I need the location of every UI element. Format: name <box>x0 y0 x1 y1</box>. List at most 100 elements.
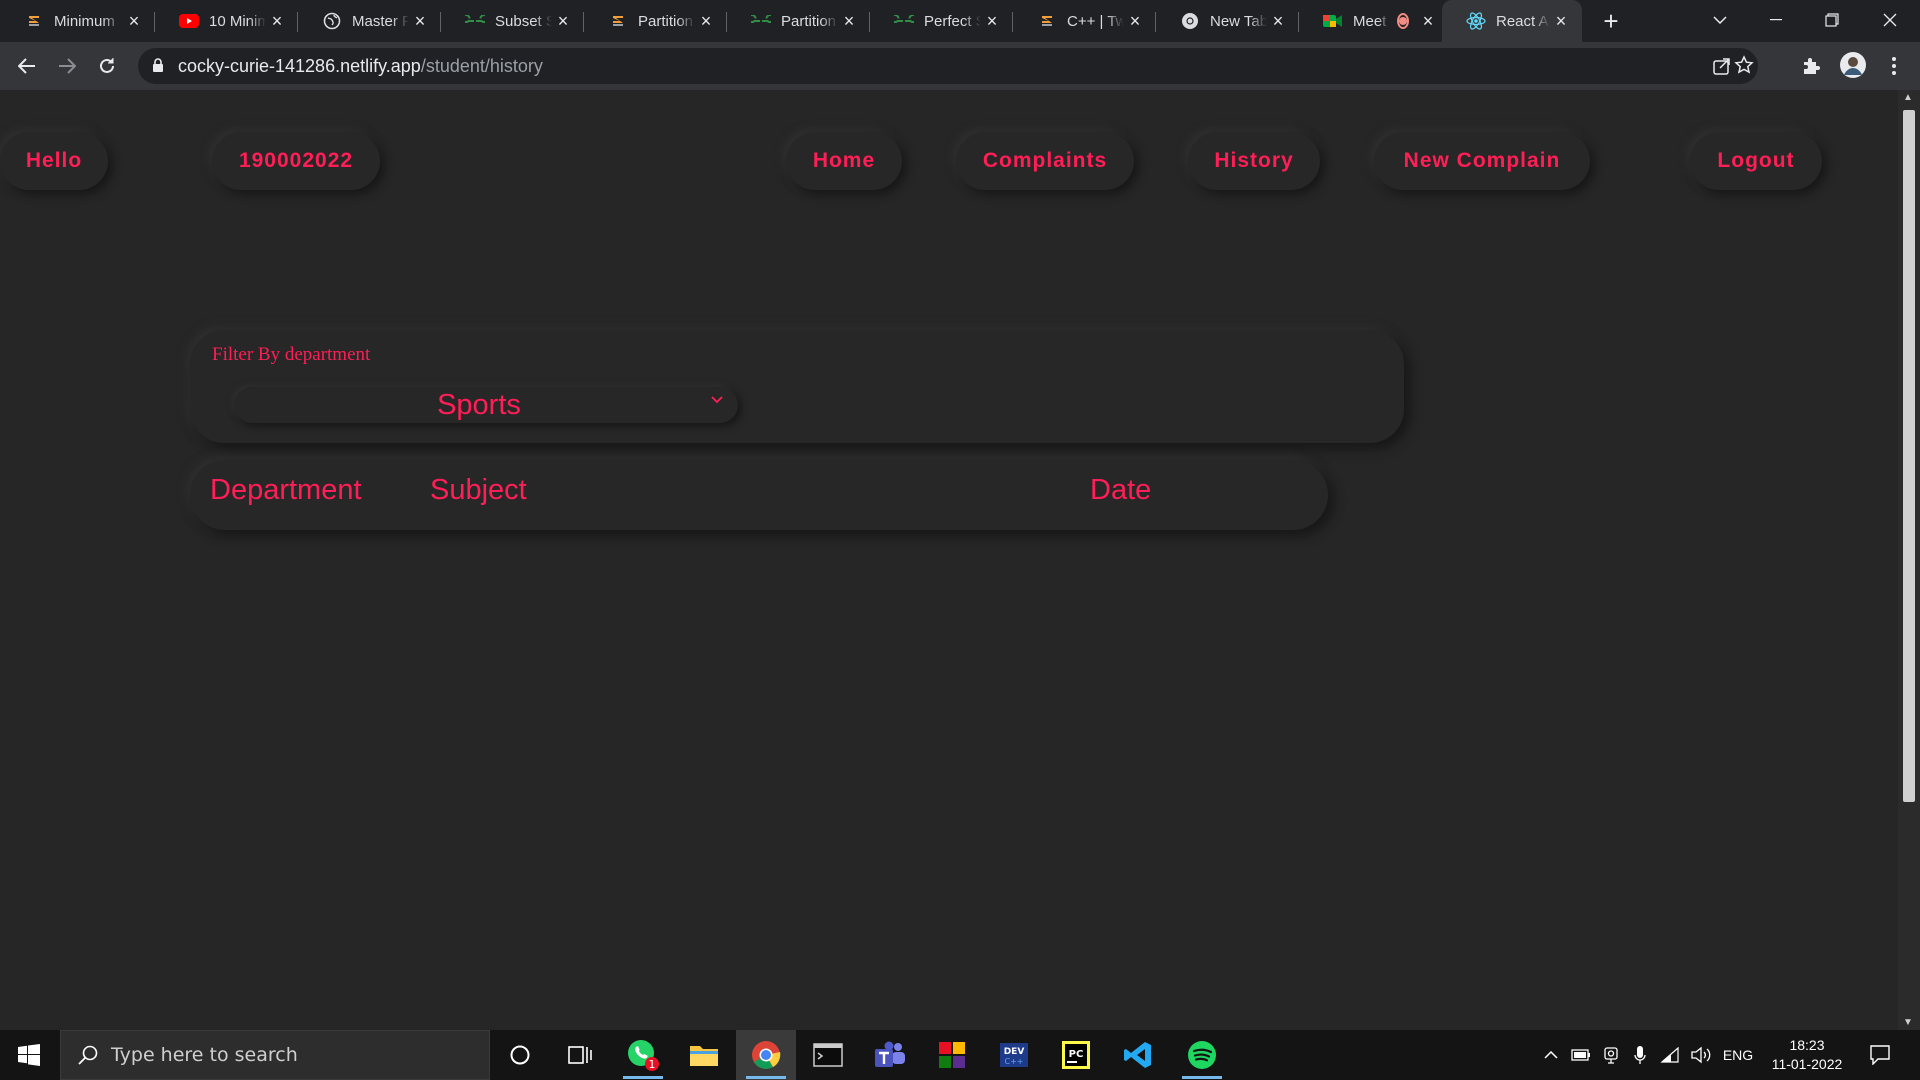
url-path: /student/history <box>420 56 543 76</box>
extensions-puzzle-icon[interactable] <box>1799 54 1823 78</box>
nav-home[interactable]: Home <box>786 132 902 190</box>
close-window-button[interactable] <box>1862 0 1918 40</box>
user-id-badge: 190002022 <box>212 132 380 190</box>
nav-history[interactable]: History <box>1188 132 1320 190</box>
reload-icon <box>100 58 114 73</box>
column-header-subject: Subject <box>430 474 527 506</box>
volume-control[interactable] <box>1688 1030 1716 1080</box>
taskbar-devcpp[interactable]: DEV C++ <box>984 1030 1044 1080</box>
svg-text:DEV: DEV <box>1004 1047 1025 1057</box>
tab-title: C++ | Tw <box>1067 12 1124 30</box>
scroll-up-arrow[interactable]: ▲ <box>1903 92 1913 103</box>
forward-button[interactable] <box>51 50 83 82</box>
profile-avatar[interactable] <box>1838 50 1868 80</box>
task-view-button[interactable] <box>550 1030 610 1080</box>
tab-master-page[interactable]: Master Pa × <box>298 0 441 42</box>
filter-label: Filter By department <box>212 344 371 365</box>
taskbar-office-app[interactable] <box>922 1030 982 1080</box>
url-text: cocky-curie-141286.netlify.app/student/h… <box>178 56 543 77</box>
scrollbar-thumb[interactable] <box>1903 110 1915 802</box>
minimize-button[interactable] <box>1748 0 1804 40</box>
department-select[interactable]: Sports <box>234 387 738 423</box>
tab-react-app[interactable]: React App × <box>1442 0 1582 42</box>
tab-cpp[interactable]: C++ | Tw × <box>1013 0 1156 42</box>
new-tab-button[interactable]: + <box>1596 6 1626 36</box>
close-icon[interactable]: × <box>981 10 1003 32</box>
taskbar-spotify[interactable] <box>1172 1030 1232 1080</box>
taskbar-search-box[interactable]: Type here to search <box>60 1030 490 1080</box>
close-icon[interactable]: × <box>1417 10 1439 32</box>
tab-search-button[interactable] <box>1692 0 1748 40</box>
column-header-date: Date <box>1090 474 1152 506</box>
camera-status[interactable] <box>1598 1030 1624 1080</box>
react-icon <box>1466 11 1486 31</box>
start-button[interactable] <box>0 1030 58 1080</box>
close-icon[interactable]: × <box>266 10 288 32</box>
chevron-up-icon <box>1544 1051 1558 1059</box>
close-icon[interactable]: × <box>695 10 717 32</box>
reload-button[interactable] <box>91 50 123 82</box>
cortana-icon <box>510 1045 530 1065</box>
taskbar-chrome[interactable] <box>736 1030 796 1080</box>
tab-meet[interactable]: Meet × <box>1299 0 1442 42</box>
cortana-button[interactable] <box>490 1030 550 1080</box>
taskbar-terminal[interactable] <box>798 1030 858 1080</box>
taskbar-clock[interactable]: 18:23 11-01-2022 <box>1764 1036 1850 1074</box>
restore-button[interactable] <box>1804 0 1860 40</box>
tab-minimum[interactable]: Minimum × <box>0 0 155 42</box>
address-bar[interactable]: cocky-curie-141286.netlify.app/student/h… <box>138 48 1758 84</box>
codestudio-icon <box>1037 11 1057 31</box>
nav-complaints[interactable]: Complaints <box>956 132 1134 190</box>
spotify-icon <box>1188 1041 1216 1069</box>
browser-toolbar: cocky-curie-141286.netlify.app/student/h… <box>0 42 1920 90</box>
taskbar-pycharm[interactable]: PC <box>1046 1030 1106 1080</box>
filter-panel: Filter By department Sports <box>190 330 1404 443</box>
taskbar-vscode[interactable] <box>1108 1030 1168 1080</box>
network-status[interactable] <box>1656 1030 1684 1080</box>
tab-title: Meet <box>1353 12 1387 30</box>
close-icon[interactable]: × <box>1267 10 1289 32</box>
column-header-department: Department <box>210 474 362 506</box>
tab-title: Partition <box>781 12 837 30</box>
microphone-status[interactable] <box>1628 1030 1652 1080</box>
department-select-value: Sports <box>437 389 521 421</box>
pycharm-icon: PC <box>1062 1041 1090 1069</box>
more-menu-icon[interactable] <box>1882 54 1906 78</box>
nav-new-complain[interactable]: New Complain <box>1374 132 1590 190</box>
share-icon[interactable] <box>1710 54 1734 78</box>
speaker-icon <box>1691 1046 1711 1064</box>
scroll-down-arrow[interactable]: ▼ <box>1903 1017 1913 1028</box>
close-icon[interactable]: × <box>409 10 431 32</box>
tab-title: Master Pa <box>352 12 409 30</box>
tab-subset-sum[interactable]: Subset Su × <box>441 0 584 42</box>
tab-perfect-sum[interactable]: Perfect Su × <box>870 0 1013 42</box>
tab-title: Minimum <box>54 12 115 30</box>
tab-new-tab[interactable]: New Tab × <box>1156 0 1299 42</box>
vscode-icon <box>1124 1042 1151 1068</box>
globe-icon <box>322 11 342 31</box>
close-icon[interactable]: × <box>838 10 860 32</box>
taskbar-teams[interactable] <box>860 1030 920 1080</box>
input-language[interactable]: ENG <box>1718 1030 1758 1080</box>
taskbar-whatsapp[interactable]: 1 <box>613 1030 673 1080</box>
close-icon[interactable]: × <box>552 10 574 32</box>
devcpp-icon: DEVC++ <box>1000 1043 1028 1067</box>
show-hidden-icons-button[interactable] <box>1538 1030 1564 1080</box>
taskbar-file-explorer[interactable] <box>674 1030 734 1080</box>
terminal-icon <box>813 1043 843 1067</box>
tab-partition-1[interactable]: Partition × <box>584 0 727 42</box>
battery-status[interactable] <box>1568 1030 1594 1080</box>
close-icon[interactable]: × <box>1550 10 1572 32</box>
logout-button[interactable]: Logout <box>1690 132 1822 190</box>
office-tiles-icon <box>939 1042 965 1068</box>
vertical-scrollbar[interactable]: ▲ ▼ <box>1898 90 1920 1030</box>
notification-center-button[interactable] <box>1860 1030 1900 1080</box>
close-icon[interactable]: × <box>1124 10 1146 32</box>
back-button[interactable] <box>11 50 43 82</box>
bookmark-star-icon[interactable] <box>1732 53 1756 77</box>
folder-icon <box>690 1046 718 1066</box>
tab-youtube[interactable]: 10 Minim × <box>155 0 298 42</box>
tab-partition-2[interactable]: Partition × <box>727 0 870 42</box>
close-icon[interactable]: × <box>123 10 145 32</box>
teams-icon <box>875 1041 905 1067</box>
